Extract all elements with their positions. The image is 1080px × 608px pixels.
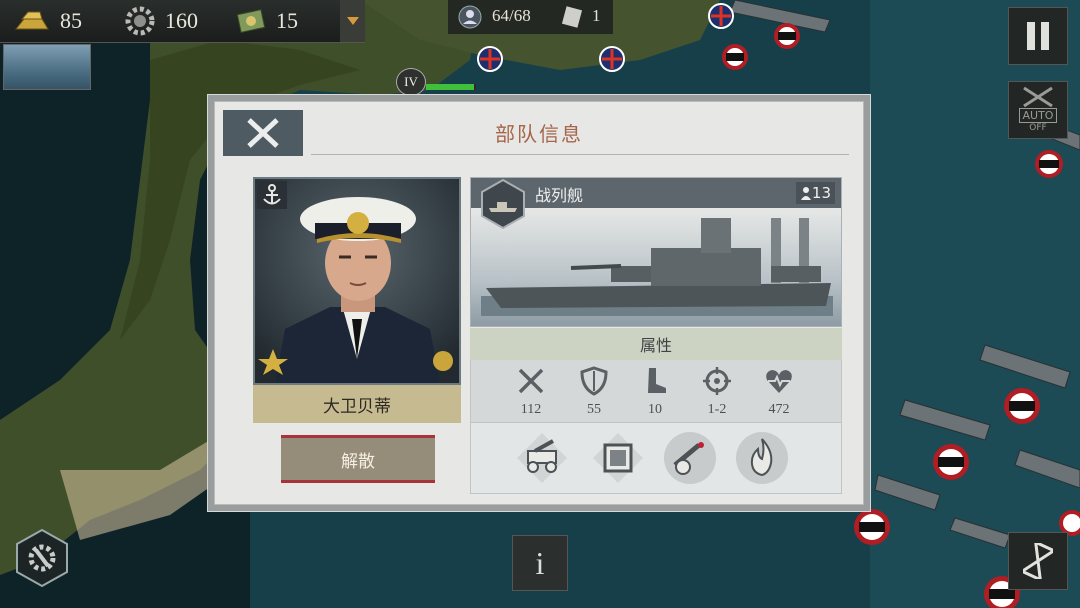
commander-portrait — [253, 177, 461, 385]
gear-icon — [125, 6, 155, 36]
ship-class: 战列舰 — [535, 186, 584, 205]
auto-battle-button[interactable]: AUTO OFF — [1008, 81, 1068, 139]
ship-panel: 战列舰 13 — [470, 177, 842, 327]
ability-slot[interactable] — [515, 431, 569, 485]
resource-industry: 160 — [123, 0, 198, 42]
anchor-icon — [263, 184, 281, 205]
crew-count-badge: 13 — [795, 182, 835, 204]
stat-defense: 55 — [564, 366, 624, 418]
disband-button[interactable]: 解散 — [281, 435, 435, 483]
auto-state: OFF — [1029, 123, 1047, 133]
end-turn-button[interactable] — [1008, 532, 1068, 590]
settings-hex-icon — [16, 528, 68, 588]
attack-value: 112 — [520, 402, 542, 417]
dialog-body: 部队信息 大卫贝蒂 解散 战列舰 13 属性 112 55 10 1-2 472 — [214, 101, 864, 505]
commander-name: 大卫贝蒂 — [253, 385, 461, 423]
resource-dropdown-button[interactable] — [340, 0, 365, 42]
attributes-header: 属性 — [470, 328, 842, 360]
auto-label: AUTO — [1018, 108, 1058, 123]
resource-gold: 85 — [12, 0, 82, 42]
movement-value: 10 — [648, 402, 662, 417]
unit-level-badge: IV — [396, 68, 426, 96]
stats-row: 112 55 10 1-2 472 — [470, 360, 842, 422]
fortify-square-icon — [593, 433, 643, 483]
title-divider — [311, 154, 849, 155]
hourglass-icon — [1023, 543, 1053, 579]
crew-count: 13 — [811, 184, 831, 202]
crossed-swords-icon — [518, 368, 544, 394]
info-button[interactable]: i — [512, 535, 568, 591]
pause-button[interactable] — [1008, 7, 1068, 65]
unit-info-dialog: 部队信息 大卫贝蒂 解散 战列舰 13 属性 112 55 10 1-2 472 — [207, 94, 871, 512]
medal-card-icon — [236, 9, 266, 33]
stat-attack: 112 — [501, 366, 561, 418]
navy-badge — [257, 181, 287, 209]
medals-value: 15 — [276, 8, 298, 33]
crossed-rifles-icon — [1023, 86, 1053, 108]
crosshair-icon — [703, 367, 731, 395]
range-value: 1-2 — [707, 402, 727, 417]
artillery-icon — [664, 432, 716, 484]
abilities-row — [470, 422, 842, 494]
dialog-title: 部队信息 — [495, 122, 583, 146]
ability-slot[interactable] — [591, 431, 645, 485]
ability-slot[interactable] — [735, 431, 789, 485]
unit-count-bar: 64/68 1 — [448, 0, 613, 34]
admiral-portrait-image — [255, 179, 459, 383]
shield-icon — [580, 366, 608, 396]
fire-icon — [736, 432, 788, 484]
hp-value: 472 — [768, 402, 790, 417]
person-icon — [800, 187, 811, 200]
stat-movement: 10 — [625, 366, 685, 418]
stat-range: 1-2 — [687, 366, 747, 418]
industry-value: 160 — [165, 8, 198, 33]
minimap-thumbnail[interactable] — [3, 44, 91, 90]
resource-medals: 15 — [236, 0, 298, 42]
battleship-class-icon — [481, 178, 525, 230]
defense-value: 55 — [587, 402, 601, 417]
gold-value: 85 — [60, 8, 82, 33]
boot-icon — [648, 368, 666, 393]
heart-icon — [766, 370, 792, 393]
soldier-icon — [458, 5, 482, 29]
chevron-down-icon — [346, 17, 359, 25]
resource-bar: 85 160 15 — [0, 0, 365, 43]
card-icon — [561, 6, 583, 28]
stat-hp: 472 — [749, 366, 809, 418]
unit-count: 64/68 — [492, 6, 531, 25]
settings-button[interactable] — [14, 528, 70, 592]
gold-bars-icon — [14, 11, 49, 30]
cannon-cart-icon — [517, 433, 567, 483]
pause-icon — [1027, 22, 1049, 50]
ability-slot[interactable] — [663, 431, 717, 485]
unit-level-text: IV — [404, 74, 418, 89]
card-count: 1 — [592, 6, 601, 25]
